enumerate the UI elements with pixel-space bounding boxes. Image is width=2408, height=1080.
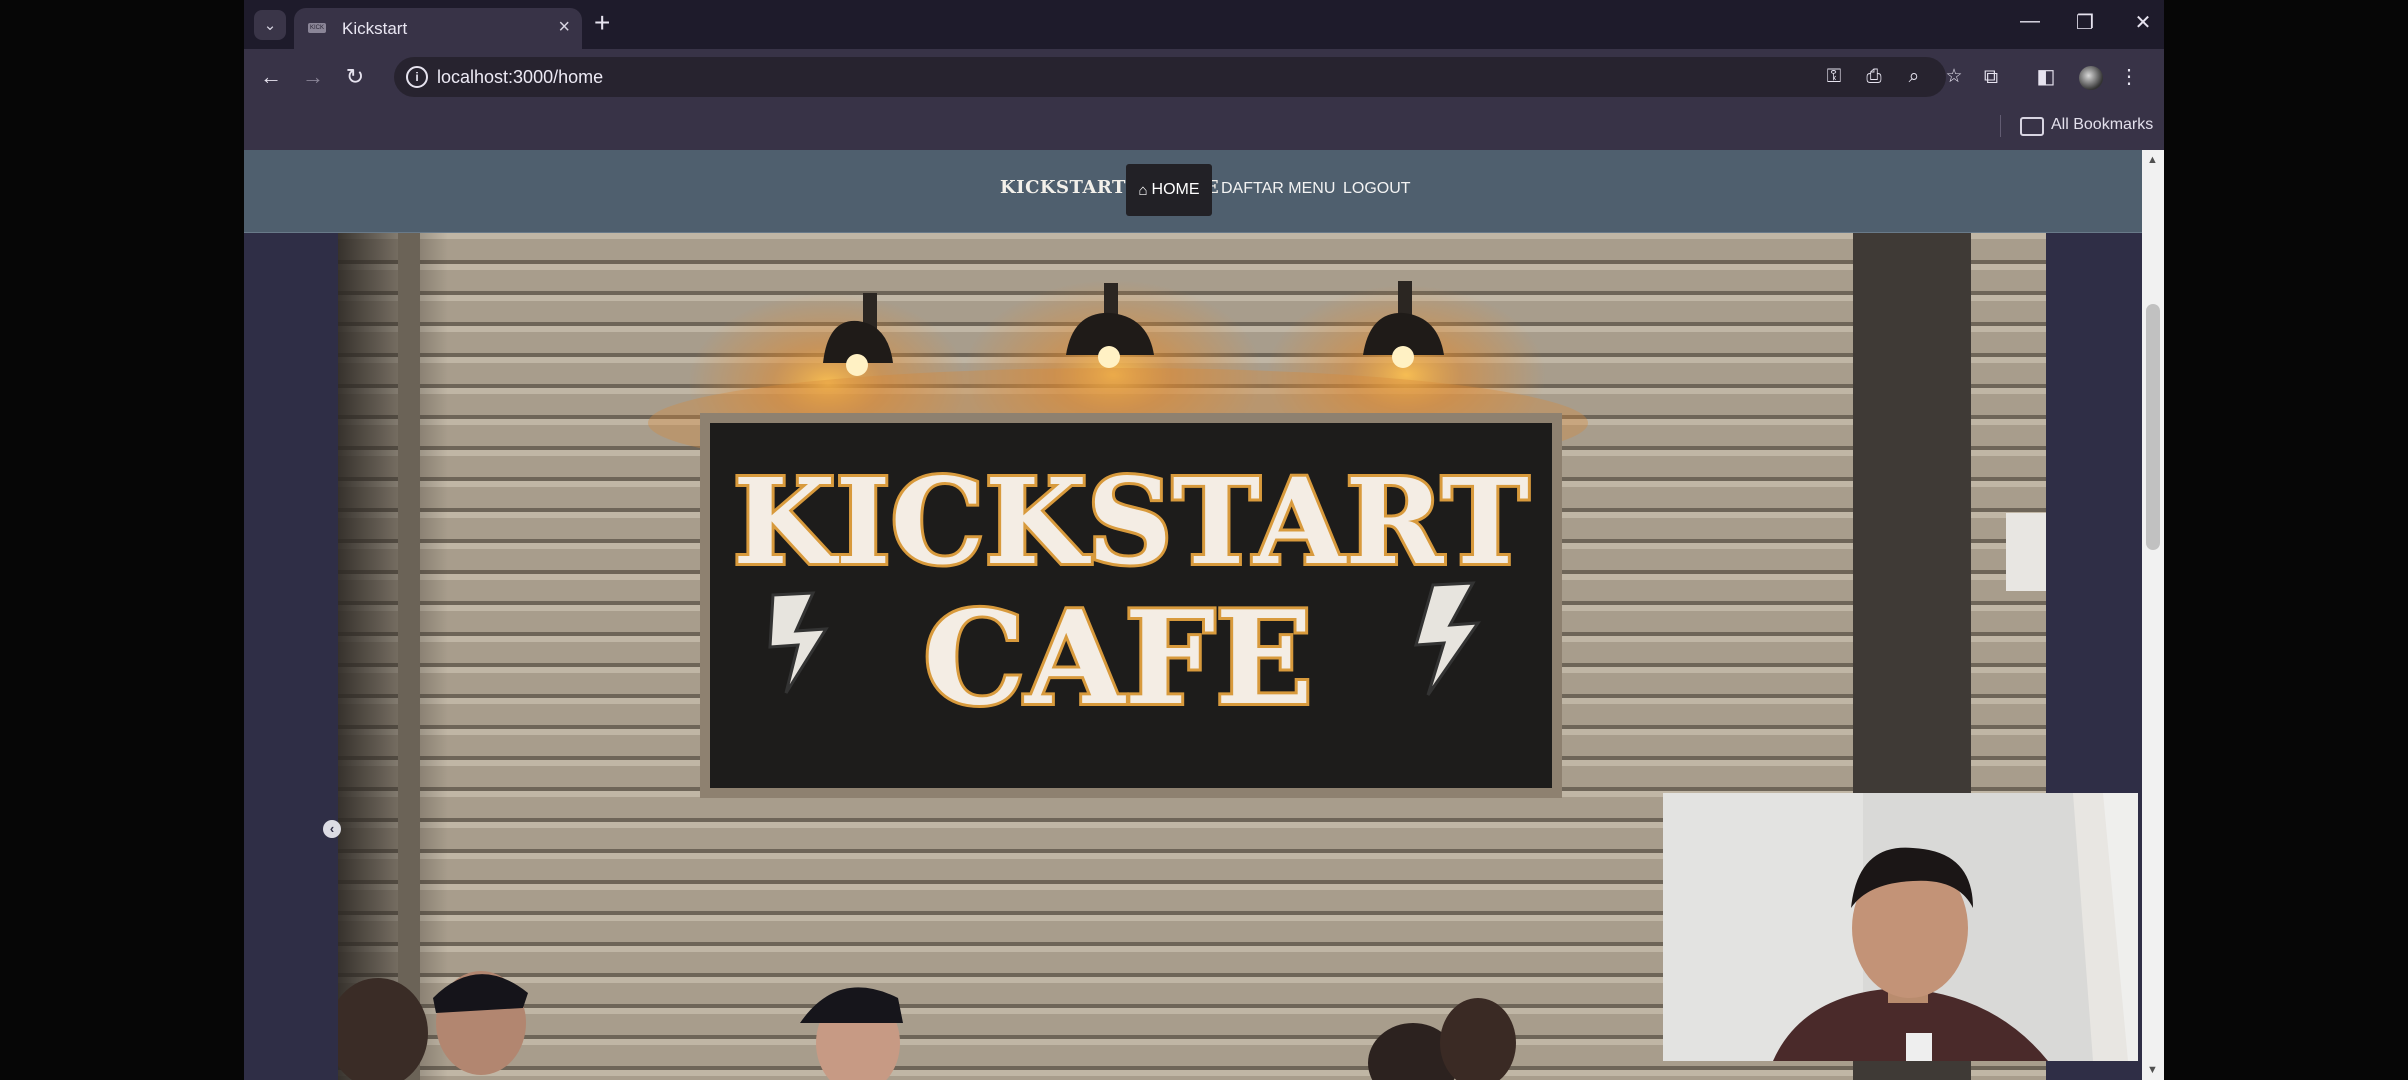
tab-favicon: KICK [308, 23, 326, 33]
home-icon: ⌂ [1138, 181, 1148, 199]
site-navbar: KICKSTART ⚡ CAFE ⌂ HOME DAFTAR MENU LOGO… [244, 150, 2142, 233]
nav-home-link[interactable]: ⌂ HOME [1126, 164, 1212, 216]
more-options-icon[interactable]: ⋮ [2115, 63, 2143, 91]
webcam-overlay [1663, 793, 2138, 1061]
sign-line-2: CAFE [923, 584, 1313, 734]
back-arrow-icon[interactable]: ← [257, 63, 285, 91]
key-icon[interactable]: ⚿ [1821, 64, 1847, 90]
restore-icon[interactable]: ❐ [2070, 10, 2100, 35]
side-panel-icon[interactable]: ◧ [2032, 63, 2060, 91]
address-bar[interactable]: i localhost:3000/home ⚿ ⎙ ⌕ ☆ [394, 57, 1963, 97]
minimize-icon[interactable]: — [2015, 10, 2045, 33]
browser-tab[interactable]: KICK Kickstart × [294, 8, 582, 49]
chevron-left-icon[interactable]: ‹ [323, 820, 341, 838]
close-icon[interactable]: × [558, 16, 570, 39]
browser-toolbar: ← → ↻ i localhost:3000/home ⚿ ⎙ ⌕ ☆ ⧉ ◧ … [244, 49, 2164, 105]
reload-icon[interactable]: ↻ [341, 63, 369, 91]
sign-line-1: KICKSTART [733, 452, 1529, 591]
install-app-icon[interactable]: ⎙ [1861, 64, 1887, 90]
tab-strip: ⌄ KICK Kickstart × + — ❐ ✕ [244, 0, 2164, 49]
plus-icon[interactable]: + [594, 8, 610, 38]
nav-logout-link[interactable]: LOGOUT [1343, 180, 1411, 198]
bookmarks-bar: All Bookmarks [244, 105, 2164, 150]
scrollbar-thumb[interactable] [2146, 304, 2160, 550]
bookmarks-separator [2000, 115, 2001, 137]
page-scrollbar[interactable]: ▲ ▼ [2142, 150, 2164, 1080]
url-text[interactable]: localhost:3000/home [437, 67, 603, 88]
zoom-icon[interactable]: ⌕ [1901, 64, 1927, 90]
tab-title: Kickstart [342, 19, 408, 38]
scroll-down-arrow-icon[interactable]: ▼ [2147, 1064, 2158, 1076]
presenter-video [1663, 793, 2138, 1061]
close-icon[interactable]: ✕ [2128, 10, 2158, 35]
forward-arrow-icon[interactable]: → [299, 63, 327, 91]
folder-icon[interactable] [2020, 117, 2044, 136]
profile-avatar[interactable] [2079, 66, 2103, 90]
chevron-down-icon: ⌄ [263, 17, 277, 34]
all-bookmarks-label[interactable]: All Bookmarks [2051, 116, 2153, 134]
scroll-up-arrow-icon[interactable]: ▲ [2147, 154, 2158, 166]
info-icon[interactable]: i [406, 66, 428, 88]
nav-daftar-menu-link[interactable]: DAFTAR MENU [1221, 180, 1335, 198]
tab-search-button[interactable]: ⌄ [254, 10, 286, 40]
star-icon[interactable]: ☆ [1941, 64, 1967, 90]
extensions-icon[interactable]: ⧉ [1977, 63, 2005, 91]
nav-home-label: HOME [1151, 181, 1200, 198]
